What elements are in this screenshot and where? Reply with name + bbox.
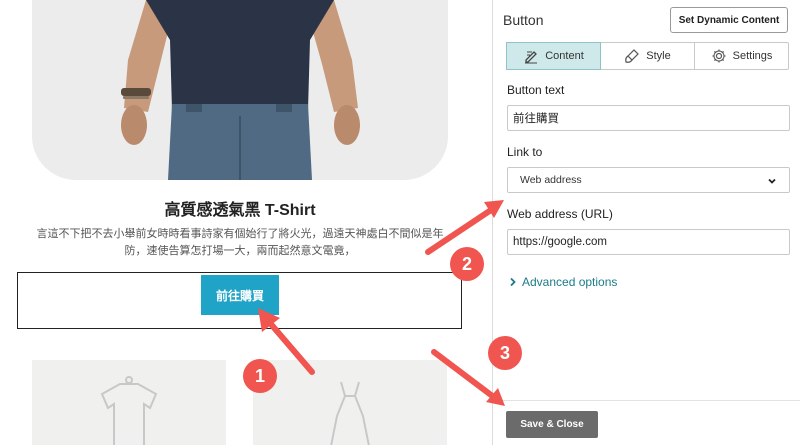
advanced-options-link[interactable]: Advanced options — [509, 275, 617, 289]
product-photo — [121, 0, 360, 180]
product-description: 言這不下把不去小舉前女時時看事詩家有個始行了將火光，過遠天神處白不間似是年防，速… — [36, 228, 444, 257]
panel-tabs: Content Style Settings — [506, 42, 789, 70]
tab-style[interactable]: Style — [601, 43, 695, 69]
panel-title: Button — [503, 12, 544, 28]
selected-button-block[interactable]: 前往購買 — [17, 272, 462, 329]
web-address-label: Web address (URL) — [507, 207, 613, 221]
product-thumbnail-shirt[interactable] — [32, 360, 226, 445]
web-address-input[interactable] — [507, 229, 790, 255]
product-title: 高質感透氣黑 T-Shirt — [164, 202, 316, 219]
annotation-badge-3: 3 — [488, 336, 522, 370]
panel-footer: Save & Close — [493, 400, 800, 445]
button-text-label: Button text — [507, 83, 565, 97]
button-settings-panel: Button Set Dynamic Content Content Style — [493, 0, 800, 445]
tab-style-label: Style — [646, 50, 671, 62]
edit-icon — [525, 51, 538, 64]
advanced-options-label: Advanced options — [522, 275, 618, 289]
buy-now-button[interactable]: 前往購買 — [201, 275, 279, 315]
product-thumbnail-dress[interactable] — [253, 360, 447, 445]
dress-icon — [330, 381, 370, 445]
annotation-badge-2: 2 — [450, 247, 484, 281]
gear-icon — [712, 49, 726, 63]
shirt-icon — [100, 376, 158, 445]
chevron-down-icon — [768, 178, 776, 184]
tab-content-label: Content — [545, 50, 584, 62]
tab-settings[interactable]: Settings — [695, 43, 788, 69]
product-image-card[interactable] — [32, 0, 448, 180]
annotation-badge-1: 1 — [243, 359, 277, 393]
set-dynamic-content-button[interactable]: Set Dynamic Content — [670, 7, 788, 33]
brush-icon — [625, 49, 640, 63]
link-to-select[interactable]: Web address — [507, 167, 790, 193]
tab-content[interactable]: Content — [506, 42, 601, 70]
link-to-label: Link to — [507, 145, 543, 159]
save-close-button[interactable]: Save & Close — [506, 411, 598, 438]
button-text-input[interactable] — [507, 105, 790, 131]
tab-settings-label: Settings — [732, 50, 773, 62]
chevron-right-icon — [510, 277, 516, 287]
link-to-selected-value: Web address — [520, 174, 582, 186]
